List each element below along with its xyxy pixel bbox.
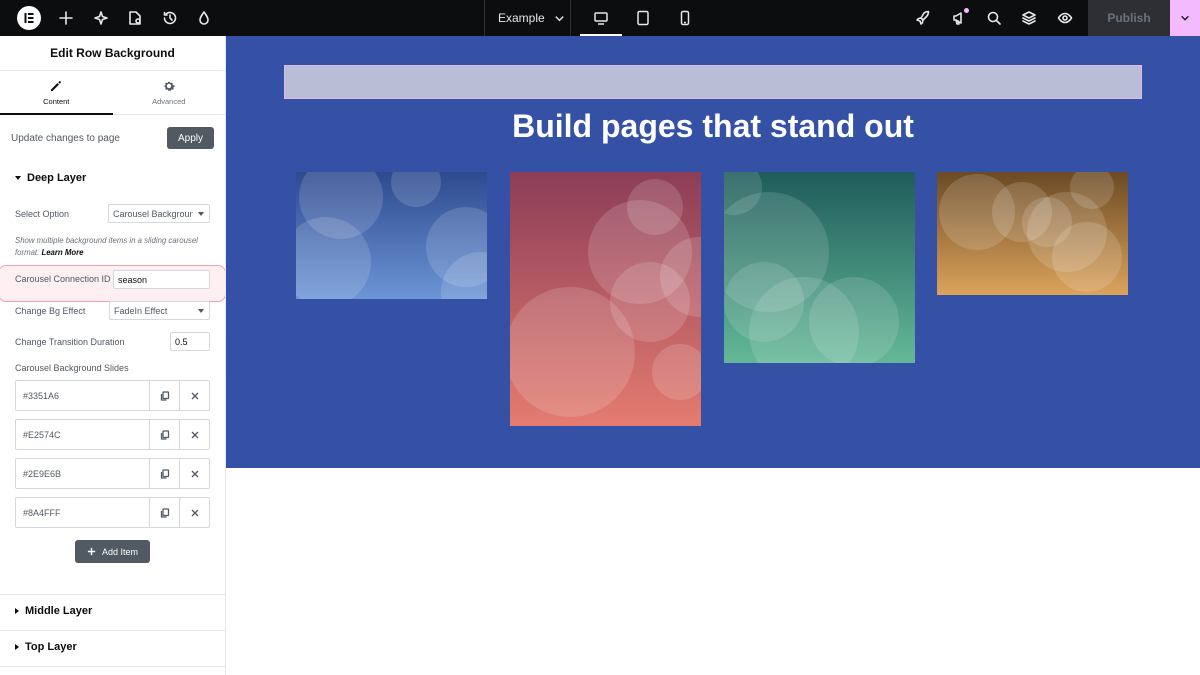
hero-heading[interactable]: Build pages that stand out bbox=[226, 108, 1200, 145]
slide-color-value[interactable]: #2E9E6B bbox=[16, 459, 149, 488]
page-settings-icon[interactable] bbox=[125, 8, 145, 28]
select-option-dropdown[interactable]: Carousel Background bbox=[108, 204, 210, 223]
publish-options-button[interactable] bbox=[1170, 0, 1200, 36]
close-icon[interactable] bbox=[179, 498, 209, 527]
chevron-down-icon bbox=[1181, 15, 1189, 21]
apply-button[interactable]: Apply bbox=[167, 127, 214, 149]
slide-item[interactable]: #E2574C bbox=[15, 419, 210, 450]
change-bg-effect-value: FadeIn Effect bbox=[114, 305, 168, 316]
close-icon[interactable] bbox=[179, 459, 209, 488]
empty-container-placeholder[interactable] bbox=[284, 65, 1142, 99]
section-heading: Deep Layer bbox=[27, 172, 87, 184]
gear-icon bbox=[164, 81, 175, 91]
tablet-icon[interactable] bbox=[622, 0, 664, 36]
notifications-icon[interactable] bbox=[949, 8, 969, 28]
hero-section[interactable]: Build pages that stand out bbox=[226, 36, 1200, 468]
divider bbox=[484, 0, 485, 36]
tab-advanced[interactable]: Advanced bbox=[113, 71, 226, 114]
carousel-slides-label: Carousel Background Slides bbox=[15, 363, 129, 373]
caret-right-icon bbox=[15, 608, 19, 614]
description-text: Show multiple background items in a slid… bbox=[15, 235, 215, 258]
elementor-logo-icon[interactable] bbox=[17, 6, 41, 30]
divider bbox=[0, 594, 225, 595]
image-card-blue[interactable] bbox=[296, 172, 487, 299]
slide-item[interactable]: #2E9E6B bbox=[15, 458, 210, 489]
structure-icon[interactable] bbox=[1019, 8, 1039, 28]
site-name-dropdown[interactable]: Example bbox=[498, 0, 565, 36]
slide-item[interactable]: #3351A6 bbox=[15, 380, 210, 411]
editor-panel: Edit Row Background Content Advanced Upd… bbox=[0, 36, 226, 675]
select-option-value: Carousel Background bbox=[113, 208, 193, 219]
caret-down-icon bbox=[15, 176, 21, 180]
learn-more-link[interactable]: Learn More bbox=[41, 248, 83, 257]
section-heading: Top Layer bbox=[25, 641, 77, 653]
divider bbox=[0, 666, 225, 667]
slide-color-value[interactable]: #8A4FFF bbox=[16, 498, 149, 527]
site-name: Example bbox=[498, 11, 545, 25]
divider bbox=[570, 0, 571, 36]
tab-label: Advanced bbox=[152, 96, 186, 106]
page-canvas: Build pages that stand out bbox=[226, 36, 1200, 675]
sparkle-icon[interactable] bbox=[91, 8, 111, 28]
history-icon[interactable] bbox=[160, 8, 180, 28]
add-item-label: Add Item bbox=[101, 546, 139, 557]
mobile-icon[interactable] bbox=[664, 0, 706, 36]
image-card-red[interactable] bbox=[510, 172, 701, 426]
chevron-down-icon bbox=[555, 15, 564, 21]
tab-label: Content bbox=[43, 96, 70, 106]
carousel-connection-id-input[interactable]: season bbox=[113, 270, 210, 289]
panel-tabs: Content Advanced bbox=[0, 71, 225, 115]
plus-icon bbox=[87, 547, 96, 556]
select-option-label: Select Option bbox=[15, 209, 70, 219]
desktop-icon[interactable] bbox=[580, 0, 622, 36]
duplicate-icon[interactable] bbox=[149, 420, 179, 449]
section-heading: Middle Layer bbox=[25, 605, 93, 617]
pencil-icon bbox=[51, 80, 62, 91]
theme-icon[interactable] bbox=[194, 8, 214, 28]
update-changes-row: Update changes to page Apply bbox=[11, 127, 214, 149]
carousel-connection-id-label: Carousel Connection ID bbox=[15, 274, 111, 284]
close-icon[interactable] bbox=[179, 420, 209, 449]
tab-content[interactable]: Content bbox=[0, 71, 113, 115]
panel-title: Edit Row Background bbox=[0, 36, 225, 71]
top-bar: Example Publish bbox=[0, 0, 1200, 36]
rocket-icon[interactable] bbox=[913, 8, 933, 28]
duplicate-icon[interactable] bbox=[149, 459, 179, 488]
plus-icon[interactable] bbox=[56, 8, 76, 28]
divider bbox=[0, 630, 225, 631]
notification-badge bbox=[964, 8, 969, 13]
change-bg-effect-label: Change Bg Effect bbox=[15, 306, 86, 316]
close-icon[interactable] bbox=[179, 381, 209, 410]
slide-color-value[interactable]: #E2574C bbox=[16, 420, 149, 449]
publish-button[interactable]: Publish bbox=[1088, 0, 1170, 36]
section-deep-layer[interactable]: Deep Layer bbox=[15, 172, 86, 184]
image-card-gold[interactable] bbox=[937, 172, 1128, 295]
transition-duration-input[interactable]: 0.5 bbox=[170, 332, 210, 351]
preview-eye-icon[interactable] bbox=[1055, 8, 1075, 28]
duplicate-icon[interactable] bbox=[149, 498, 179, 527]
search-icon[interactable] bbox=[984, 8, 1004, 28]
slide-color-value[interactable]: #3351A6 bbox=[16, 381, 149, 410]
section-top-layer[interactable]: Top Layer bbox=[15, 641, 77, 653]
transition-duration-label: Change Transition Duration bbox=[15, 337, 125, 347]
caret-right-icon bbox=[15, 644, 19, 650]
section-middle-layer[interactable]: Middle Layer bbox=[15, 605, 92, 617]
duplicate-icon[interactable] bbox=[149, 381, 179, 410]
add-item-button[interactable]: Add Item bbox=[75, 540, 150, 563]
image-card-green[interactable] bbox=[724, 172, 915, 363]
slide-item[interactable]: #8A4FFF bbox=[15, 497, 210, 528]
change-bg-effect-dropdown[interactable]: FadeIn Effect bbox=[109, 301, 210, 320]
update-changes-text: Update changes to page bbox=[11, 132, 120, 144]
